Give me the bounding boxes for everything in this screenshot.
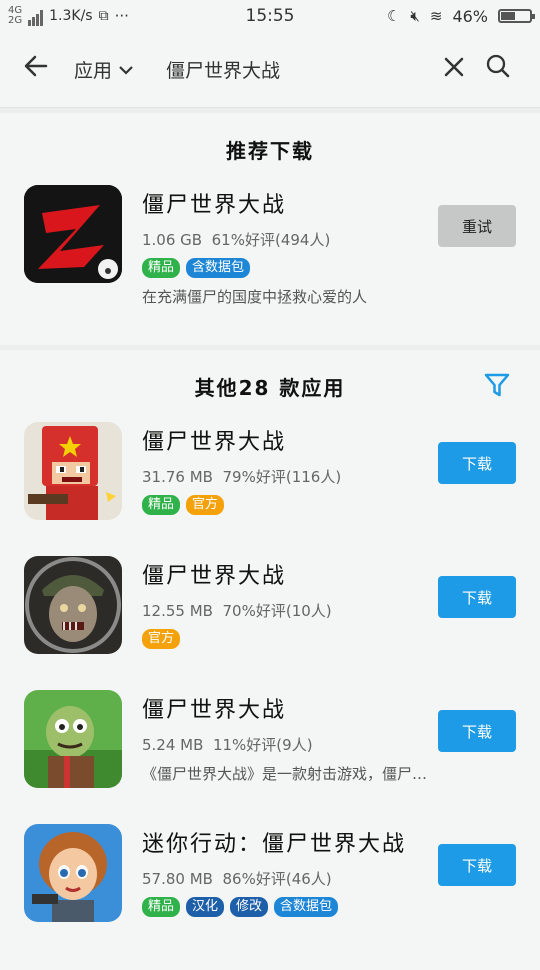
status-bar: 4G 2G 1.3K/s ⧉ ··· 15:55 ☾ 🔇︎ ≋ 46% (0, 0, 540, 32)
app-size: 12.55 MB (142, 602, 213, 620)
download-button[interactable]: 下载 (438, 710, 516, 752)
app-meta: 1.06 GB 61%好评(494人) (142, 229, 428, 250)
app-row[interactable]: 迷你行动：僵尸世界大战 57.80 MB 86%好评(46人) 精品 汉化 修改… (0, 824, 540, 958)
other-apps-section: 其他28 款应用 僵尸世界大战 31.76 MB 79%好评(116人) 精品 … (0, 350, 540, 970)
app-description: 《僵尸世界大战》是一款射击游戏，僵尸入… (142, 765, 428, 783)
other-apps-title: 其他28 款应用 (194, 375, 346, 400)
search-button[interactable] (476, 54, 520, 85)
chevron-down-icon (119, 65, 133, 75)
battery-percent: 46% (452, 6, 488, 26)
tag: 精品 (142, 258, 181, 278)
mute-icon: 🔇︎ (410, 7, 420, 25)
retry-button[interactable]: 重试 (438, 205, 516, 247)
app-rating: 70%好评(10人) (222, 602, 332, 620)
close-icon (444, 57, 464, 76)
download-button[interactable]: 下载 (438, 576, 516, 618)
tag-list: 精品 官方 (142, 495, 428, 515)
app-row[interactable]: 僵尸世界大战 31.76 MB 79%好评(116人) 精品 官方 下载 (0, 422, 540, 556)
app-name: 僵尸世界大战 (142, 564, 287, 589)
back-arrow-icon[interactable] (22, 52, 56, 88)
app-row[interactable]: 僵尸世界大战 12.55 MB 70%好评(10人) 官方 下载 (0, 556, 540, 690)
app-size: 31.76 MB (142, 468, 213, 486)
app-rating: 11%好评(9人) (212, 736, 313, 754)
filter-icon[interactable] (484, 372, 510, 398)
app-icon-zombie-z (24, 185, 122, 283)
scope-label: 应用 (74, 60, 113, 82)
app-name: 僵尸世界大战 (142, 430, 287, 455)
app-info: 僵尸世界大战 12.55 MB 70%好评(10人) 官方 (142, 556, 428, 649)
app-icon-red-block-soldier (24, 422, 122, 520)
recommended-section: 推荐下载 僵尸世界大战 1.06 GB 61%好评(494人) 精品 含数据包 … (0, 113, 540, 345)
download-button[interactable]: 下载 (438, 442, 516, 484)
app-row[interactable]: 僵尸世界大战 5.24 MB 11%好评(9人) 《僵尸世界大战》是一款射击游戏… (0, 690, 540, 824)
app-info: 迷你行动：僵尸世界大战 57.80 MB 86%好评(46人) 精品 汉化 修改… (142, 824, 428, 917)
app-name: 僵尸世界大战 (142, 193, 287, 218)
signal-icon (28, 6, 44, 26)
tag: 官方 (142, 629, 181, 649)
tag-list: 官方 (142, 629, 428, 649)
tag: 精品 (142, 897, 181, 917)
more-icon: ··· (114, 7, 129, 25)
tag-list: 精品 汉化 修改 含数据包 (142, 897, 428, 917)
app-row[interactable]: 僵尸世界大战 1.06 GB 61%好评(494人) 精品 含数据包 在充满僵尸… (0, 185, 540, 319)
tag: 精品 (142, 495, 181, 515)
scope-dropdown[interactable]: 应用 (74, 56, 134, 83)
tag: 修改 (230, 897, 269, 917)
clear-button[interactable] (432, 55, 476, 85)
recommended-title: 推荐下载 (226, 138, 314, 163)
tag: 含数据包 (186, 258, 251, 278)
app-size: 1.06 GB (142, 231, 203, 249)
app-description: 在充满僵尸的国度中拯救心爱的人 (142, 288, 368, 306)
app-icon-cartoon-zombie (24, 690, 122, 788)
app-size: 57.80 MB (142, 870, 213, 888)
network-speed: 1.3K/s (49, 8, 93, 24)
search-icon (486, 54, 510, 78)
app-meta: 5.24 MB 11%好评(9人) (142, 734, 428, 755)
tag: 含数据包 (274, 897, 339, 917)
app-size: 5.24 MB (142, 736, 204, 754)
moon-icon: ☾ (386, 7, 401, 25)
app-icon-zombie-soldier (24, 556, 122, 654)
app-meta: 57.80 MB 86%好评(46人) (142, 868, 428, 889)
tag-list: 精品 含数据包 (142, 258, 428, 278)
app-info: 僵尸世界大战 5.24 MB 11%好评(9人) 《僵尸世界大战》是一款射击游戏… (142, 690, 428, 784)
tag: 官方 (186, 495, 225, 515)
app-meta: 31.76 MB 79%好评(116人) (142, 466, 428, 487)
app-info: 僵尸世界大战 1.06 GB 61%好评(494人) 精品 含数据包 在充满僵尸… (142, 185, 428, 307)
app-meta: 12.55 MB 70%好评(10人) (142, 600, 428, 621)
app-name: 僵尸世界大战 (142, 698, 287, 723)
search-input[interactable]: 僵尸世界大战 (166, 56, 432, 83)
screenshot-icon: ⧉ (98, 8, 109, 24)
wifi-icon: ≋ (429, 7, 443, 25)
app-icon-mini-action-girl (24, 824, 122, 922)
app-info: 僵尸世界大战 31.76 MB 79%好评(116人) 精品 官方 (142, 422, 428, 515)
app-rating: 86%好评(46人) (222, 870, 332, 888)
tag: 汉化 (186, 897, 225, 917)
app-rating: 61%好评(494人) (211, 231, 331, 249)
app-rating: 79%好评(116人) (222, 468, 342, 486)
download-button[interactable]: 下载 (438, 844, 516, 886)
clock: 15:55 (245, 6, 295, 26)
network-indicator: 4G 2G (8, 5, 23, 26)
search-bar: 应用 僵尸世界大战 (0, 32, 540, 108)
battery-icon (498, 9, 535, 23)
app-name: 迷你行动：僵尸世界大战 (142, 832, 407, 857)
